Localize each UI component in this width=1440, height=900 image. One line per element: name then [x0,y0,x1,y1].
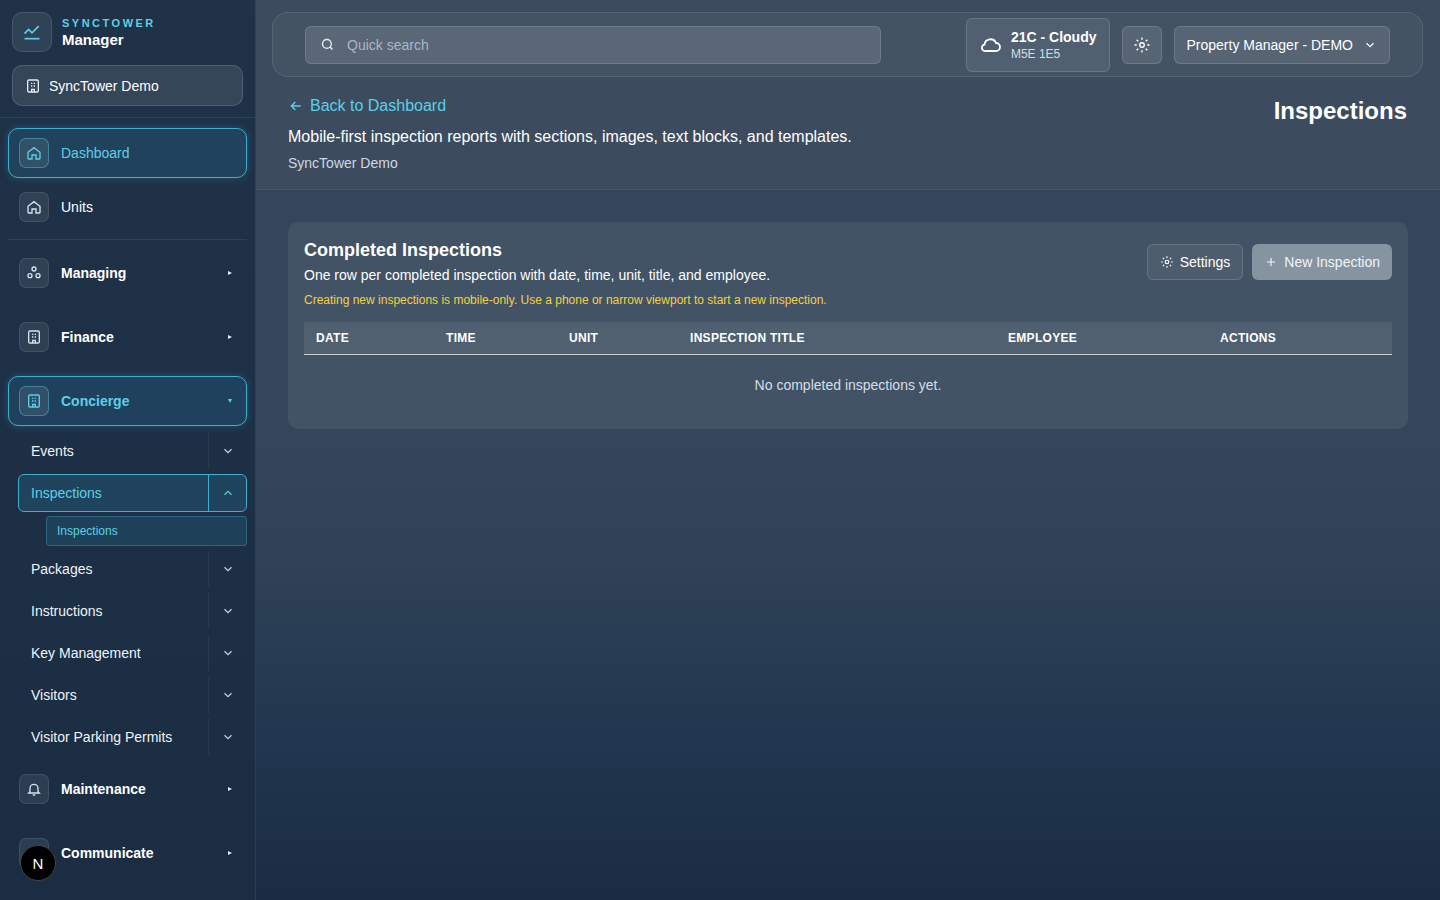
column-header: EMPLOYEE [996,331,1208,345]
sidebar-subitem[interactable]: Inspections [18,474,247,512]
settings-button[interactable] [1122,26,1162,64]
column-header: DATE [304,331,434,345]
chevron-down-icon [1363,38,1377,52]
chevron-icon [208,677,246,713]
chevron-icon [208,475,246,511]
settings-button[interactable]: Settings [1147,244,1244,280]
building-icon [19,386,49,416]
inspections-table: DATETIMEUNITINSPECTION TITLEEMPLOYEEACTI… [304,322,1392,413]
building-icon [19,322,49,352]
chevron-icon [208,635,246,671]
topbar: Quick search 21C - CloudyM5E 1E5 Property … [272,12,1423,77]
sidebar-section[interactable]: Maintenance [8,764,247,814]
chevron-icon [208,593,246,629]
sidebar-subitem[interactable]: Visitors [18,676,247,714]
user-menu[interactable]: Property Manager - DEMO [1174,26,1391,64]
nav-divider [8,239,247,240]
caret-icon [228,787,232,791]
cluster-icon [19,258,49,288]
table-header: DATETIMEUNITINSPECTION TITLEEMPLOYEEACTI… [304,322,1392,355]
column-header: TIME [434,331,557,345]
brand: SYNCTOWER Manager [0,0,255,52]
logo-icon [12,12,52,52]
brand-name: Manager [62,31,156,48]
new-button[interactable]: New Inspection [1252,244,1392,280]
sidebar-section[interactable]: Managing [8,248,247,298]
search-field[interactable]: Quick search [305,26,881,64]
main: Quick search 21C - CloudyM5E 1E5 Property … [256,0,1440,900]
property-name: SyncTower Demo [49,78,159,94]
gear-icon [1160,255,1174,269]
property-switcher[interactable]: SyncTower Demo [12,65,243,106]
sidebar-subitem[interactable]: Instructions [18,592,247,630]
page-header: Back to Dashboard Mobile-first inspection… [272,77,1423,189]
mobile-notice: Creating new inspections is mobile-only.… [304,293,827,307]
empty-state: No completed inspections yet. [304,355,1392,413]
sidebar-section[interactable]: Concierge [8,376,247,426]
caret-icon [228,851,232,855]
chevron-icon [208,719,246,755]
chevron-icon [208,551,246,587]
chevron-icon [208,433,246,469]
sidebar-item[interactable]: Units [8,188,247,226]
back-link[interactable]: Back to Dashboard [288,97,852,115]
caret-icon [228,335,232,339]
app-root: SYNCTOWER Manager SyncTower Demo Dashboard U… [0,0,1440,900]
sidebar-subitem[interactable]: Key Management [18,634,247,672]
card-description: One row per completed inspection with da… [304,267,827,283]
cloud-icon [979,33,1003,57]
home-icon [19,138,49,168]
search-icon [320,37,335,52]
sidebar-section[interactable]: Finance [8,312,247,362]
brand-eyebrow: SYNCTOWER [62,17,156,29]
sidebar: SYNCTOWER Manager SyncTower Demo Dashboard U… [0,0,256,900]
sidebar-subitem[interactable]: Events [18,432,247,470]
caret-icon [228,399,232,403]
card-title: Completed Inspections [304,240,827,261]
home-icon [19,192,49,222]
page-title: Inspections [1274,97,1407,125]
building-icon [25,78,41,94]
column-header: ACTIONS [1208,331,1392,345]
caret-icon [228,271,232,275]
inspections-card: Completed Inspections One row per complet… [288,222,1408,429]
page-org: SyncTower Demo [288,155,852,171]
column-header: INSPECTION TITLE [678,331,996,345]
sidebar-leaf[interactable]: Inspections [46,516,247,546]
bell-icon [19,774,49,804]
column-header: UNIT [557,331,678,345]
page-subtitle: Mobile-first inspection reports with sec… [288,128,852,146]
weather-widget: 21C - CloudyM5E 1E5 [966,18,1110,72]
arrow-left-icon [288,98,304,114]
plus-icon [1264,255,1278,269]
sidebar-nav: DashboardUnitsManagingFinanceConciergeEv… [0,118,255,892]
sidebar-item[interactable]: Dashboard [8,128,247,178]
gear-icon [1133,36,1151,54]
sub-list: Events Inspections Inspections Packages Inst… [8,426,247,756]
dev-badge[interactable]: N [20,845,56,881]
sidebar-subitem[interactable]: Visitor Parking Permits [18,718,247,756]
sidebar-subitem[interactable]: Packages [18,550,247,588]
